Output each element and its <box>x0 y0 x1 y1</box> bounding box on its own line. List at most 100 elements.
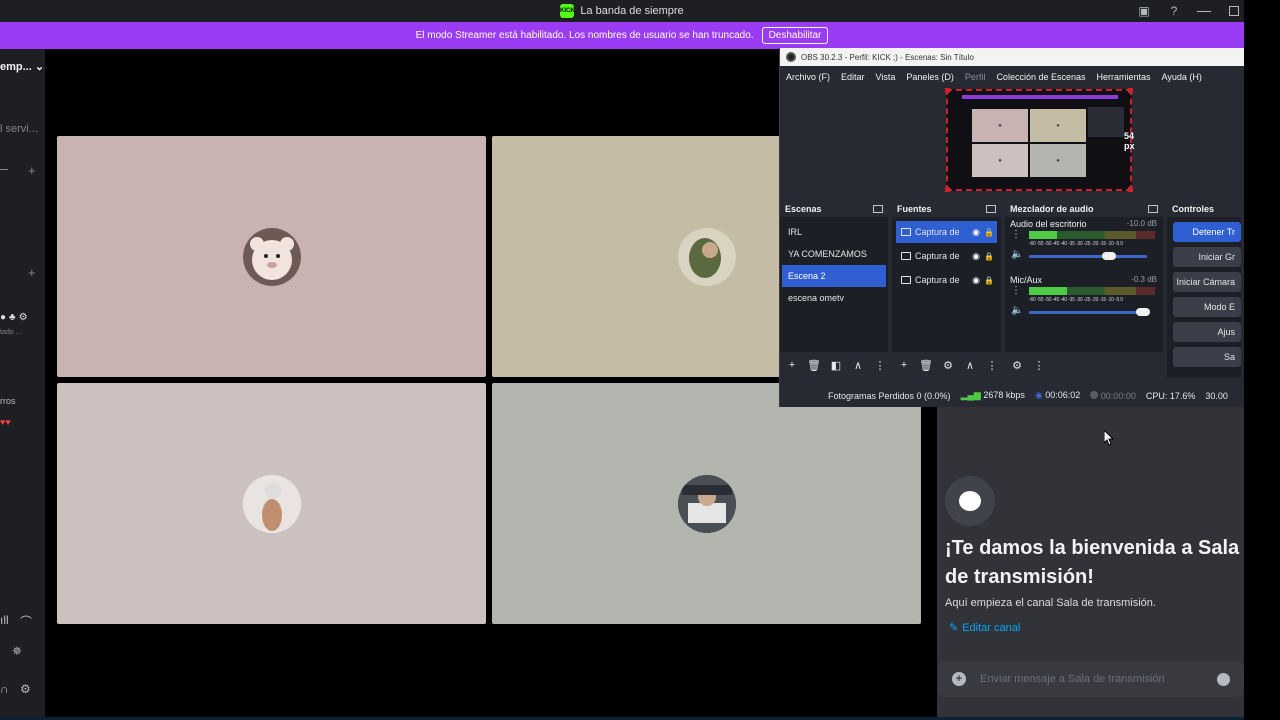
scene-item[interactable]: YA COMENZAMOS <box>782 243 886 265</box>
slider-knob[interactable] <box>1136 308 1151 316</box>
message-input-placeholder: Enviar mensaje a Sala de transmisión <box>980 673 1165 685</box>
add-channel-icon-2[interactable]: + <box>28 265 36 280</box>
menu-vista[interactable]: Vista <box>876 72 896 82</box>
track-menu-icon[interactable]: ⋮ <box>1011 229 1021 240</box>
slider-knob[interactable] <box>1102 252 1117 260</box>
user-settings-gear-icon[interactable]: ⚙ <box>20 682 31 696</box>
move-up-icon[interactable]: ∧ <box>962 357 978 373</box>
user-avatar-3 <box>242 474 301 533</box>
pencil-icon: ✎ <box>949 622 959 634</box>
start-virtual-camera-button[interactable]: Iniciar Cámara <box>1173 272 1241 292</box>
controls-dock: Controles Detener Tr Iniciar Gr Iniciar … <box>1167 200 1241 378</box>
visibility-eye-icon[interactable]: ◉ <box>972 227 980 238</box>
streamer-mode-message: El modo Streamer está habilitado. Los no… <box>415 30 754 41</box>
lock-icon[interactable]: 🔒 <box>984 276 994 285</box>
speaker-icon[interactable]: 🔈 <box>1011 249 1023 260</box>
disable-streamer-mode-button[interactable]: Deshabilitar <box>761 27 829 44</box>
visibility-eye-icon[interactable]: ◉ <box>972 275 980 286</box>
undock-icon[interactable] <box>986 204 996 213</box>
scene-item[interactable]: IRL <box>782 221 886 243</box>
volume-meter <box>1029 231 1155 239</box>
minimize-button[interactable] <box>1196 3 1212 19</box>
maximize-button[interactable] <box>1226 3 1242 19</box>
add-channel-icon[interactable]: + <box>28 163 36 178</box>
menu-paneles[interactable]: Paneles (D) <box>906 72 954 82</box>
record-time: 00:00:00 <box>1100 390 1136 401</box>
menu-editar[interactable]: Editar <box>841 72 865 82</box>
video-tile[interactable] <box>492 383 921 624</box>
add-attachment-icon[interactable]: + <box>952 672 966 686</box>
emoji-icon[interactable] <box>1217 672 1230 686</box>
gear-icon[interactable]: ⚙ <box>19 312 28 323</box>
lock-icon[interactable]: 🔒 <box>984 228 994 237</box>
advanced-audio-icon[interactable]: ⚙ <box>1009 357 1025 373</box>
edit-channel-label: Editar canal <box>962 621 1021 634</box>
add-source-icon[interactable]: + <box>896 357 912 373</box>
remove-scene-icon[interactable]: 🗑 <box>806 357 822 373</box>
add-scene-icon[interactable]: + <box>784 357 800 373</box>
inbox-icon[interactable]: ▣ <box>1136 3 1152 19</box>
volume-slider[interactable] <box>1029 308 1151 316</box>
category-collapse-icon[interactable] <box>0 169 8 170</box>
scene-item-selected[interactable]: Escena 2 <box>782 265 886 287</box>
exit-button[interactable]: Sa <box>1173 347 1241 367</box>
edit-channel-link[interactable]: ✎ Editar canal <box>949 621 1021 635</box>
mixer-header: Mezclador de audio <box>1010 203 1094 214</box>
video-tile[interactable] <box>57 136 486 377</box>
resize-handle[interactable] <box>945 187 950 192</box>
scene-item[interactable]: escena ometv <box>782 287 886 309</box>
track-menu-icon[interactable]: ⋮ <box>1011 285 1021 296</box>
activity-icon[interactable]: ✵ <box>12 644 22 658</box>
meter-fill <box>1029 231 1057 239</box>
preview-canvas[interactable]: ● ● ● ● 54 px <box>945 88 1135 192</box>
menu-ayuda[interactable]: Ayuda (H) <box>1162 72 1202 82</box>
settings-button[interactable]: Ajus <box>1173 322 1241 342</box>
speaker-icon[interactable]: 🔈 <box>1011 305 1023 316</box>
mixer-track-mic: Mic/Aux -0.3 dB ⋮ -60 -55 -50 -45 -40 -3… <box>1005 273 1163 329</box>
more-icon[interactable]: ⋮ <box>872 357 888 373</box>
resize-handle[interactable] <box>1128 187 1133 192</box>
channel-item[interactable]: l servi... <box>0 123 38 135</box>
menu-herramientas[interactable]: Herramientas <box>1097 72 1151 82</box>
help-icon[interactable]: ? <box>1166 3 1182 19</box>
start-recording-button[interactable]: Iniciar Gr <box>1173 247 1241 267</box>
menu-perfil[interactable]: Perfil <box>965 72 986 82</box>
obs-preview[interactable]: ● ● ● ● 54 px <box>780 87 1244 205</box>
streamer-mode-banner: El modo Streamer está habilitado. Los no… <box>0 22 1244 49</box>
move-up-icon[interactable]: ∧ <box>850 357 866 373</box>
undock-icon[interactable] <box>1148 204 1158 213</box>
headset-icon[interactable]: ∩ <box>0 682 9 696</box>
soundboard-icon[interactable]: ıll <box>0 613 9 627</box>
disconnect-icon[interactable]: ⌒ <box>20 613 32 630</box>
server-name[interactable]: emp... ⌄ <box>0 60 44 73</box>
source-item-selected[interactable]: Captura de ◉ 🔒 <box>896 221 997 243</box>
lock-icon[interactable]: 🔒 <box>984 252 994 261</box>
resize-handle[interactable] <box>945 88 950 93</box>
filters-icon[interactable]: ◧ <box>828 357 844 373</box>
menu-coleccion-escenas[interactable]: Colección de Escenas <box>996 72 1085 82</box>
preview-distance-label: 54 px <box>1124 131 1135 151</box>
message-input[interactable]: + Enviar mensaje a Sala de transmisión <box>938 661 1244 697</box>
video-tile[interactable] <box>57 383 486 624</box>
visibility-eye-icon[interactable]: ◉ <box>972 251 980 262</box>
volume-slider[interactable] <box>1029 252 1147 260</box>
preview-tile: ● <box>972 144 1028 177</box>
more-icon[interactable]: ⋮ <box>1031 357 1047 373</box>
source-item[interactable]: Captura de ◉ 🔒 <box>896 245 997 267</box>
welcome-subtitle: Aquí empieza el canal Sala de transmisió… <box>945 597 1156 609</box>
remove-source-icon[interactable]: 🗑 <box>918 357 934 373</box>
window-title: La banda de siempre <box>580 5 684 17</box>
undock-icon[interactable] <box>873 204 883 213</box>
signal-bars-icon: ▂▄▆ <box>960 390 981 400</box>
source-item[interactable]: Captura de ◉ 🔒 <box>896 269 997 291</box>
source-properties-gear-icon[interactable]: ⚙ <box>940 357 956 373</box>
teddy-bear-avatar <box>242 227 301 286</box>
users-icon[interactable]: ♣ <box>9 312 16 323</box>
more-icon[interactable]: ⋮ <box>984 357 1000 373</box>
studio-mode-button[interactable]: Modo E <box>1173 297 1241 317</box>
monitor-icon <box>901 276 911 284</box>
resize-handle[interactable] <box>1128 88 1133 93</box>
stop-streaming-button[interactable]: Detener Tr <box>1173 222 1241 242</box>
section-label: rros <box>0 396 16 406</box>
menu-archivo[interactable]: Archivo (F) <box>786 72 830 82</box>
